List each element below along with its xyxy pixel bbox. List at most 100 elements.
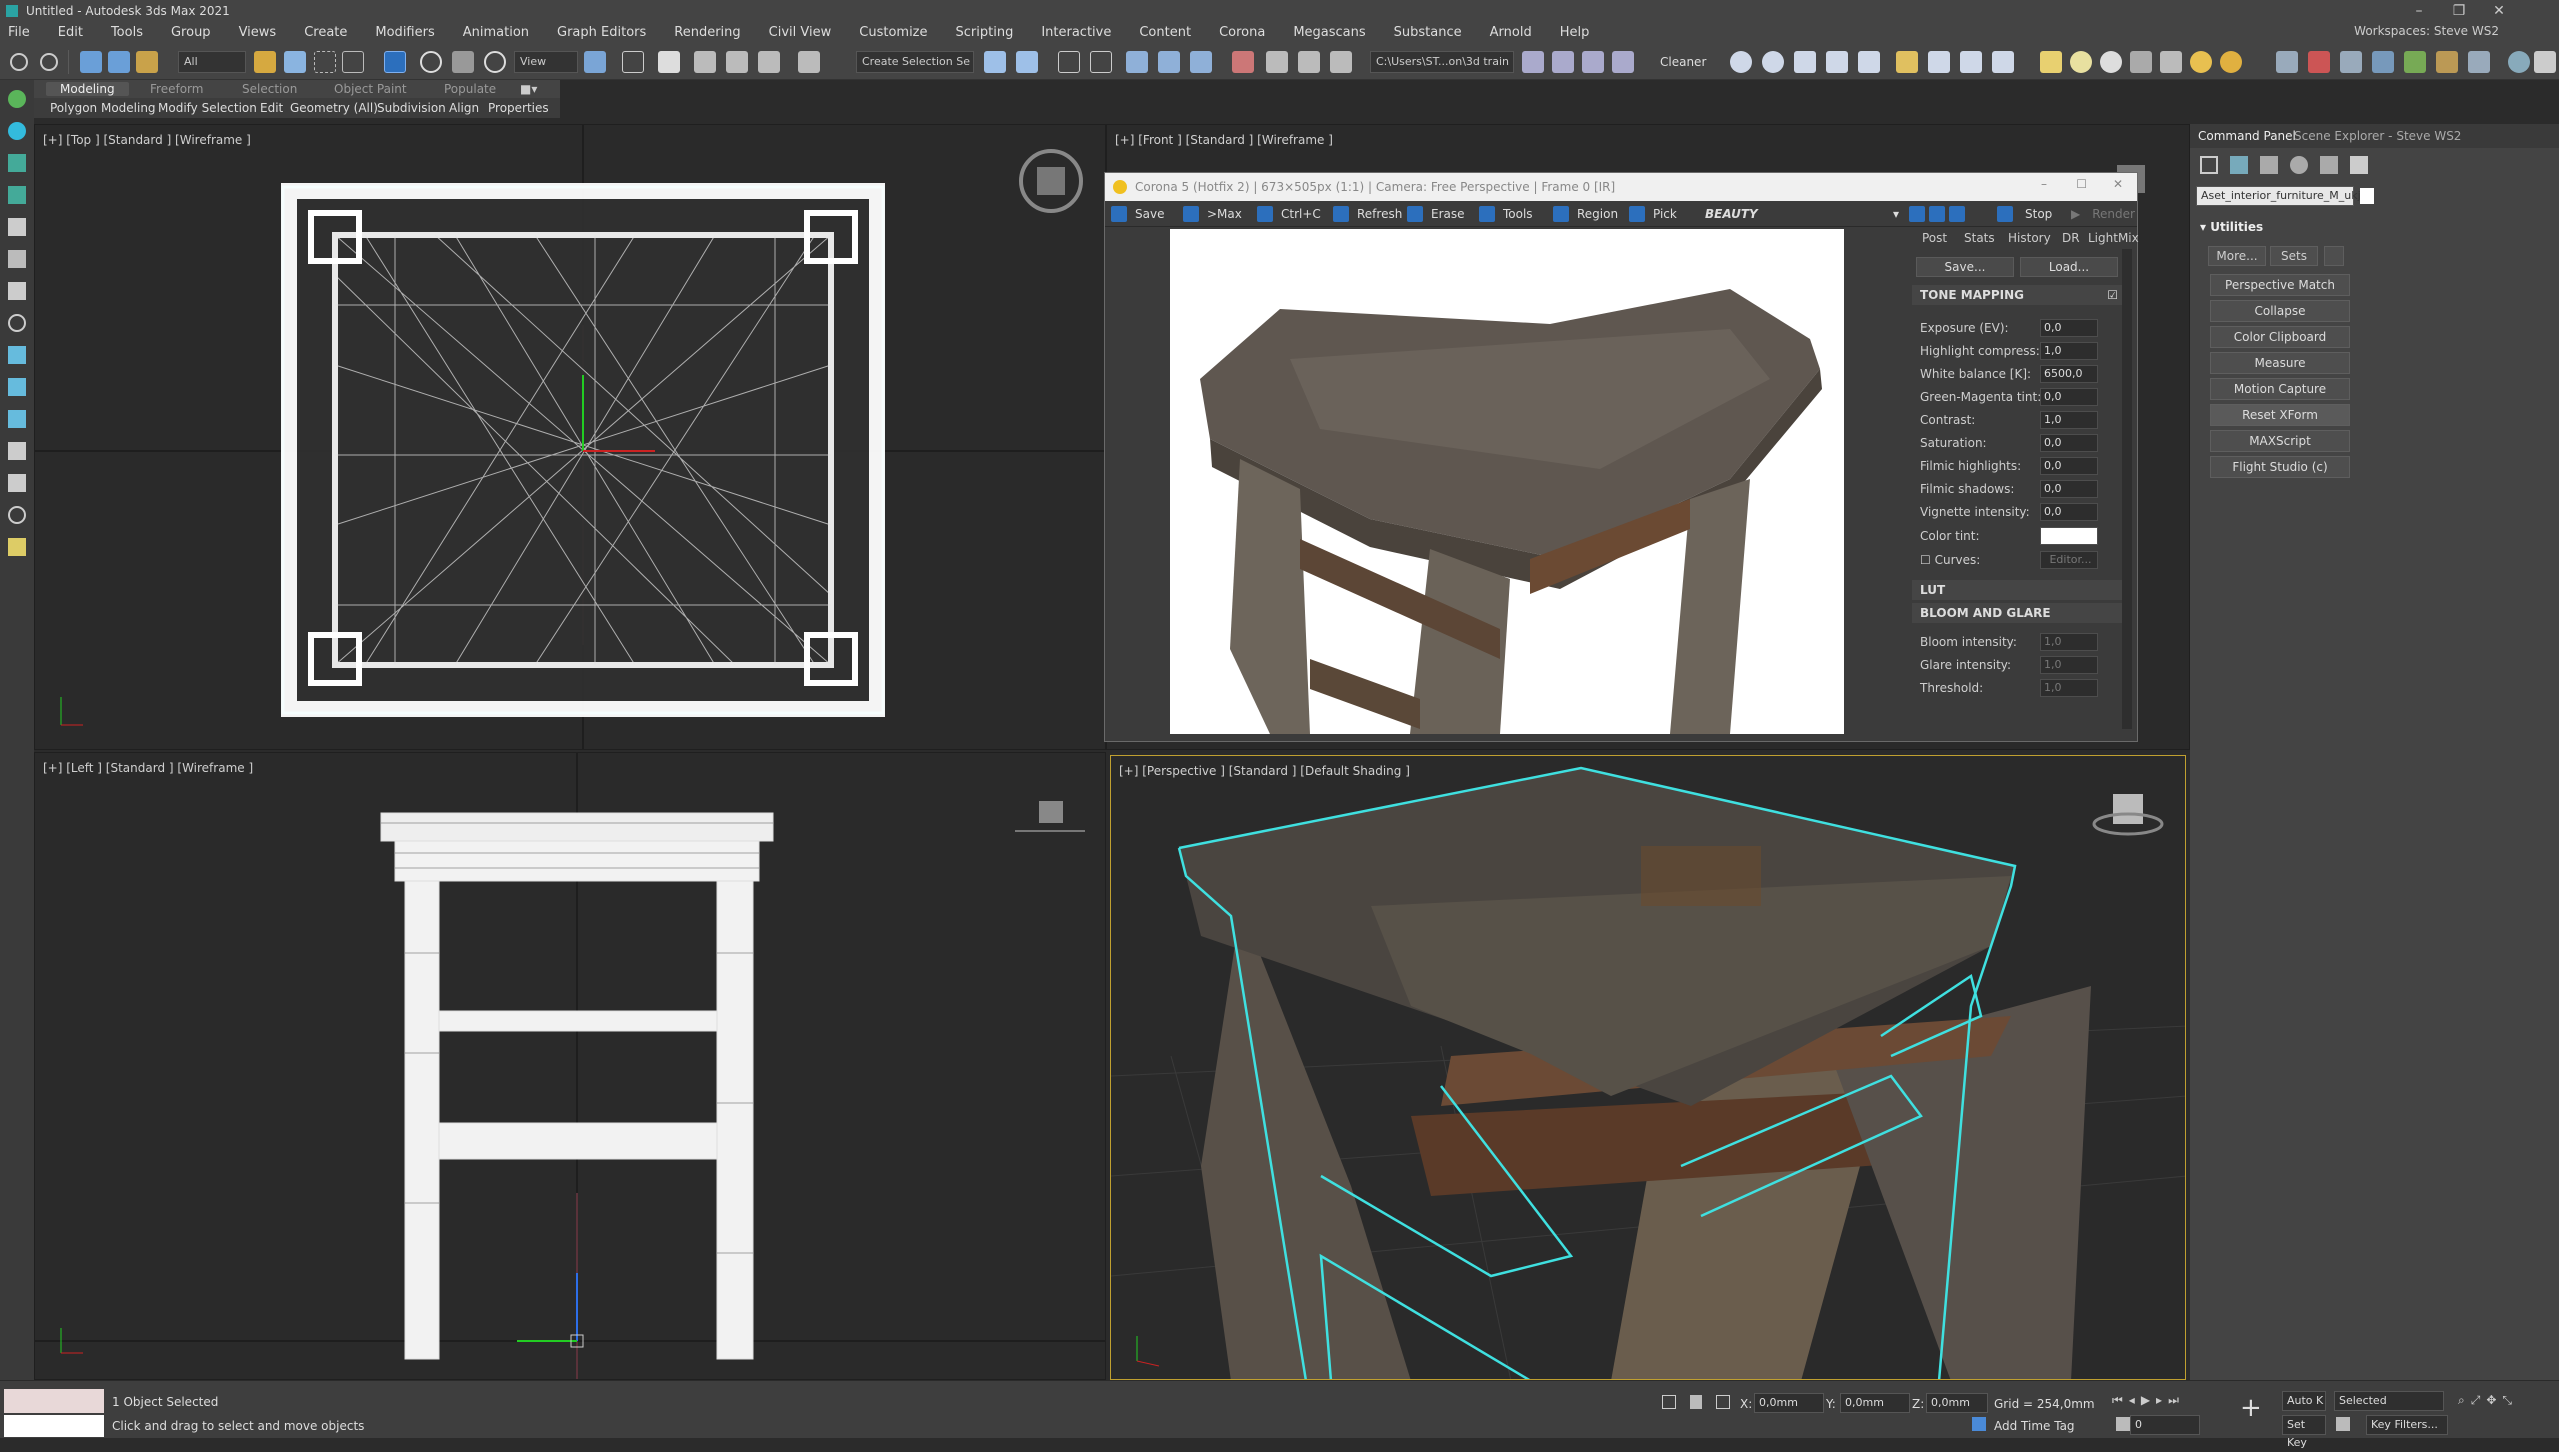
material-editor-icon[interactable]: [1232, 51, 1254, 73]
util-icon-7[interactable]: [2468, 51, 2490, 73]
y-coord-field[interactable]: 0,0mm: [1840, 1393, 1910, 1413]
menu-megascans[interactable]: Megascans: [1293, 25, 1365, 40]
corona-vfb-window[interactable]: Corona 5 (Hotfix 2) | 673×505px (1:1) | …: [1104, 172, 2139, 742]
ribbon-toggle-icon[interactable]: [1126, 51, 1148, 73]
maxscript-button[interactable]: MAXScript: [2210, 430, 2350, 452]
select-place-icon[interactable]: [484, 51, 506, 73]
vfb-panel-scrollbar[interactable]: [2122, 249, 2132, 729]
vfb-copy-button[interactable]: Ctrl+C: [1257, 205, 1321, 223]
corona-light-2-icon[interactable]: [2220, 51, 2242, 73]
ribbon-subdivision[interactable]: Subdivision: [377, 101, 446, 115]
menu-tools[interactable]: Tools: [111, 25, 143, 40]
workspaces-selector[interactable]: Workspaces: Steve WS2: [2354, 24, 2499, 38]
highlight-compress-input[interactable]: 1,0: [2040, 342, 2098, 360]
hierarchy-icon[interactable]: [8, 154, 26, 172]
auto-key-button[interactable]: Auto K: [2282, 1391, 2326, 1411]
key-filter-icon[interactable]: [2336, 1417, 2350, 1431]
contrast-input[interactable]: 1,0: [2040, 411, 2098, 429]
vfb-render-button[interactable]: ▶ Render: [2071, 205, 2135, 223]
ribbon-geometry[interactable]: Geometry (All): [290, 101, 378, 115]
utilities-tab-icon[interactable]: [2350, 156, 2368, 174]
saturation-input[interactable]: 0,0: [2040, 434, 2098, 452]
ribbon-modify-selection[interactable]: Modify Selection: [158, 101, 257, 115]
measure-button[interactable]: Measure: [2210, 352, 2350, 374]
motion-icon[interactable]: [8, 186, 26, 204]
vfb-tab-history[interactable]: History: [2008, 231, 2051, 245]
menu-interactive[interactable]: Interactive: [1041, 25, 1111, 40]
project-icon-1[interactable]: [1522, 51, 1544, 73]
menu-modifiers[interactable]: Modifiers: [375, 25, 434, 40]
z-coord-field[interactable]: 0,0mm: [1926, 1393, 1988, 1413]
utilities-rollout-header[interactable]: ▾ Utilities: [2200, 220, 2263, 234]
display-tab-icon[interactable]: [2320, 156, 2338, 174]
select-by-name-icon[interactable]: [284, 51, 306, 73]
ribbon-tab-populate[interactable]: Populate: [444, 82, 496, 96]
vfb-tools-button[interactable]: Tools: [1479, 205, 1533, 223]
vfb-refresh-button[interactable]: Refresh: [1333, 205, 1402, 223]
green-magenta-input[interactable]: 0,0: [2040, 388, 2098, 406]
sphere-icon[interactable]: [8, 314, 26, 332]
ribbon-tab-freeform[interactable]: Freeform: [150, 82, 203, 96]
restore-button[interactable]: ❐: [2439, 0, 2479, 21]
tab-command-panel[interactable]: Command Panel: [2198, 129, 2296, 143]
zoom-in-icon[interactable]: [1909, 205, 1927, 223]
menu-graph-editors[interactable]: Graph Editors: [557, 25, 646, 40]
modify-icon[interactable]: [8, 122, 26, 140]
corona-icon-4[interactable]: [1826, 51, 1848, 73]
vignette-input[interactable]: 0,0: [2040, 503, 2098, 521]
corona-icon-1[interactable]: [1730, 51, 1752, 73]
ribbon-tab-selection[interactable]: Selection: [242, 82, 297, 96]
add-time-tag-button[interactable]: Add Time Tag: [1994, 1419, 2075, 1433]
curves-label[interactable]: ☐ Curves:: [1920, 553, 1980, 567]
perspective-match-button[interactable]: Perspective Match: [2210, 274, 2350, 296]
tone-mapping-checkbox[interactable]: ☑: [2107, 285, 2118, 305]
vfb-to-max-button[interactable]: >Max: [1183, 205, 1242, 223]
helper-icon[interactable]: [8, 378, 26, 396]
menu-file[interactable]: File: [8, 25, 30, 40]
redo-icon[interactable]: [40, 53, 58, 71]
spinner-snap-icon[interactable]: [758, 51, 780, 73]
ribbon-properties[interactable]: Properties: [488, 101, 549, 115]
utilities-icon[interactable]: [8, 250, 26, 268]
system-icon[interactable]: [8, 442, 26, 460]
corona-icon-3[interactable]: [1794, 51, 1816, 73]
vfb-save-button[interactable]: Save: [1111, 205, 1164, 223]
absolute-mode-icon[interactable]: [1716, 1395, 1730, 1409]
vfb-stop-button[interactable]: Stop: [1997, 205, 2052, 223]
corona-scatter-icon[interactable]: [2160, 51, 2182, 73]
reference-coord-dropdown[interactable]: View: [514, 51, 578, 73]
ribbon-edit[interactable]: Edit: [260, 101, 283, 115]
corona-sun-2-icon[interactable]: [2190, 51, 2212, 73]
menu-arnold[interactable]: Arnold: [1490, 25, 1532, 40]
corona-light-icon[interactable]: [1896, 51, 1918, 73]
color-clipboard-button[interactable]: Color Clipboard: [2210, 326, 2350, 348]
brush-icon[interactable]: [8, 282, 26, 300]
current-frame-field[interactable]: 0: [2130, 1415, 2200, 1435]
project-icon-4[interactable]: [1612, 51, 1634, 73]
vfb-pick-button[interactable]: Pick: [1629, 205, 1677, 223]
menu-views[interactable]: Views: [239, 25, 277, 40]
color-tint-swatch[interactable]: [2040, 527, 2098, 545]
vfb-tab-dr[interactable]: DR: [2062, 231, 2080, 245]
filmic-shadows-input[interactable]: 0,0: [2040, 480, 2098, 498]
util-icon-6[interactable]: [2436, 51, 2458, 73]
corona-sun-icon[interactable]: [2040, 51, 2062, 73]
project-icon-3[interactable]: [1582, 51, 1604, 73]
corona-proxy-icon[interactable]: [2130, 51, 2152, 73]
white-balance-input[interactable]: 6500,0: [2040, 365, 2098, 383]
vfb-render-image[interactable]: [1170, 229, 1844, 734]
object-color-swatch[interactable]: [2360, 188, 2374, 204]
create-tab-icon[interactable]: [2200, 156, 2218, 174]
object-name-field[interactable]: Aset_interior_furniture_M_ukjn: [2196, 186, 2368, 206]
cleaner-button[interactable]: Cleaner: [1660, 53, 1706, 71]
util-icon-5[interactable]: [2404, 51, 2426, 73]
tab-scene-explorer[interactable]: Scene Explorer - Steve WS2: [2294, 129, 2461, 143]
vfb-channel-dropdown[interactable]: BEAUTY ▾: [1705, 205, 1899, 223]
viewport-nav-controls[interactable]: ⌕⤢✥⤡: [2458, 1393, 2554, 1433]
light-bulb-icon[interactable]: [8, 538, 26, 556]
vfb-tab-post[interactable]: Post: [1922, 231, 1947, 245]
reset-xform-button[interactable]: Reset XForm: [2210, 404, 2350, 426]
menu-substance[interactable]: Substance: [1394, 25, 1462, 40]
schematic-view-icon[interactable]: [1190, 51, 1212, 73]
key-mode-icon[interactable]: [2116, 1417, 2130, 1431]
